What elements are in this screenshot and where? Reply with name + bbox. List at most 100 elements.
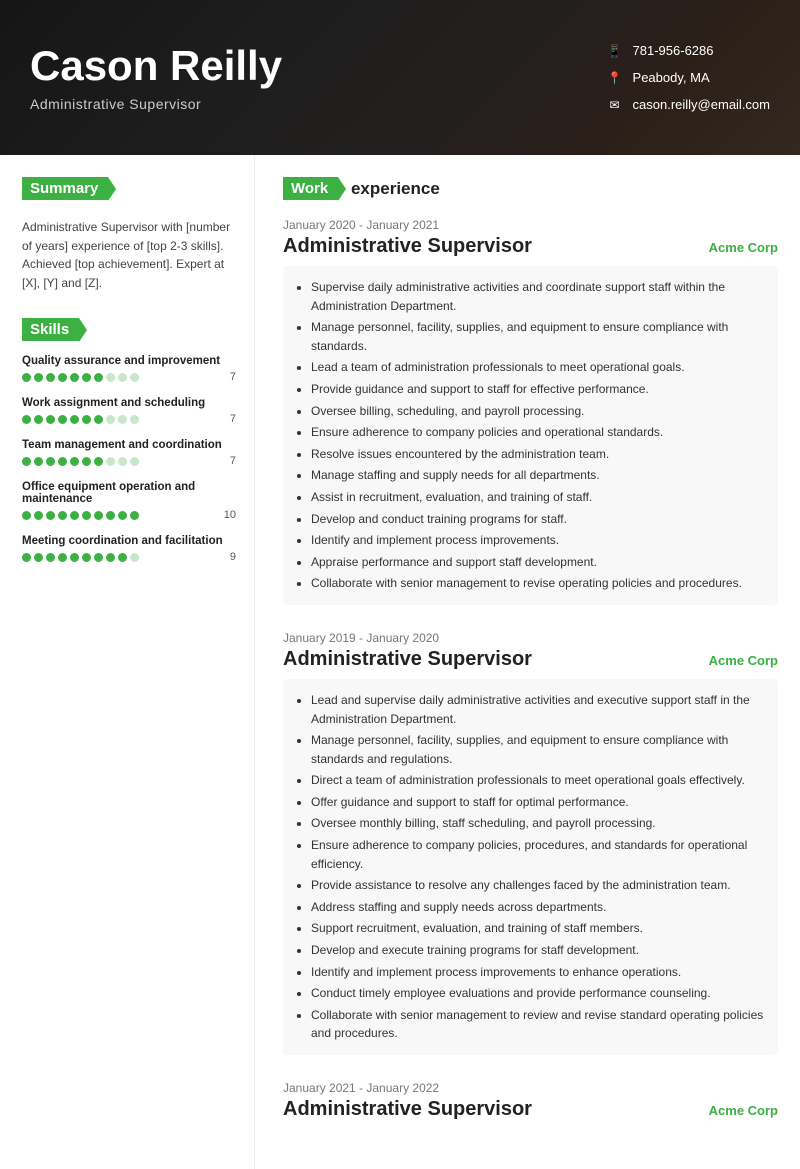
dot-filled: [130, 511, 139, 520]
job-title-row: Administrative Supervisor Acme Corp: [283, 648, 778, 671]
skill-score: 10: [222, 509, 236, 521]
summary-text: Administrative Supervisor with [number o…: [22, 218, 236, 292]
skill-dots: [22, 373, 139, 382]
dot-empty: [130, 553, 139, 562]
dot-filled: [22, 373, 31, 382]
skill-name: Work assignment and scheduling: [22, 397, 236, 409]
dot-empty: [130, 415, 139, 424]
dot-filled: [82, 457, 91, 466]
dot-filled: [94, 373, 103, 382]
dot-filled: [94, 511, 103, 520]
dot-filled: [46, 373, 55, 382]
job-title: Administrative Supervisor: [283, 648, 532, 671]
dot-empty: [118, 457, 127, 466]
dot-empty: [106, 415, 115, 424]
work-content: Work experience January 2020 - January 2…: [255, 155, 800, 1169]
dot-empty: [118, 373, 127, 382]
work-header-row: Work experience: [283, 177, 778, 200]
header-left: Cason Reilly Administrative Supervisor: [30, 43, 605, 111]
location-icon: 📍: [605, 68, 625, 88]
bullet-item: Manage personnel, facility, supplies, an…: [311, 731, 764, 768]
bullet-item: Appraise performance and support staff d…: [311, 553, 764, 572]
job-company: Acme Corp: [709, 653, 778, 668]
bullet-item: Provide assistance to resolve any challe…: [311, 876, 764, 895]
skill-dots: [22, 553, 139, 562]
skill-item: Office equipment operation and maintenan…: [22, 481, 236, 521]
dot-empty: [130, 373, 139, 382]
skills-list: Quality assurance and improvement7 Work a…: [22, 355, 236, 563]
contact-phone: 📱 781-956-6286: [605, 41, 770, 61]
skill-dots: [22, 415, 139, 424]
dot-filled: [94, 457, 103, 466]
bullet-item: Collaborate with senior management to re…: [311, 574, 764, 593]
dot-filled: [94, 553, 103, 562]
work-header-text: experience: [346, 179, 440, 199]
job-title: Administrative Supervisor: [283, 235, 532, 258]
summary-header: Summary: [22, 177, 108, 200]
dot-filled: [70, 553, 79, 562]
bullet-item: Lead a team of administration profession…: [311, 358, 764, 377]
bullet-item: Oversee billing, scheduling, and payroll…: [311, 402, 764, 421]
email-icon: ✉: [605, 95, 625, 115]
dot-filled: [46, 415, 55, 424]
dot-filled: [82, 511, 91, 520]
dot-filled: [118, 553, 127, 562]
skill-rating-row: 7: [22, 455, 236, 467]
skills-section: Skills Quality assurance and improvement…: [22, 318, 236, 563]
dot-filled: [22, 415, 31, 424]
skill-name: Office equipment operation and maintenan…: [22, 481, 236, 505]
job-date: January 2021 - January 2022: [283, 1081, 778, 1095]
bullet-item: Identify and implement process improveme…: [311, 531, 764, 550]
bullet-item: Assist in recruitment, evaluation, and t…: [311, 488, 764, 507]
candidate-name: Cason Reilly: [30, 43, 605, 89]
skill-rating-row: 7: [22, 371, 236, 383]
sidebar: Summary Administrative Supervisor with […: [0, 155, 255, 1169]
skill-rating-row: 10: [22, 509, 236, 521]
dot-filled: [34, 415, 43, 424]
summary-section: Summary Administrative Supervisor with […: [22, 177, 236, 292]
skill-rating-row: 7: [22, 413, 236, 425]
header-contact: 📱 781-956-6286 📍 Peabody, MA ✉ cason.rei…: [605, 41, 770, 115]
contact-location: 📍 Peabody, MA: [605, 68, 770, 88]
bullet-item: Collaborate with senior management to re…: [311, 1006, 764, 1043]
bullet-item: Develop and conduct training programs fo…: [311, 510, 764, 529]
bullet-item: Lead and supervise daily administrative …: [311, 691, 764, 728]
contact-email: ✉ cason.reilly@email.com: [605, 95, 770, 115]
dot-filled: [70, 511, 79, 520]
skill-item: Quality assurance and improvement7: [22, 355, 236, 383]
dot-filled: [58, 511, 67, 520]
job-date: January 2019 - January 2020: [283, 631, 778, 645]
skill-dots: [22, 457, 139, 466]
dot-filled: [34, 553, 43, 562]
candidate-title: Administrative Supervisor: [30, 96, 605, 112]
bullet-item: Address staffing and supply needs across…: [311, 898, 764, 917]
job-entry: January 2020 - January 2021Administrativ…: [283, 218, 778, 605]
work-section-badge: Work: [283, 177, 338, 200]
bullet-item: Identify and implement process improveme…: [311, 963, 764, 982]
bullet-item: Manage staffing and supply needs for all…: [311, 466, 764, 485]
skill-name: Team management and coordination: [22, 439, 236, 451]
job-entry: January 2021 - January 2022Administrativ…: [283, 1081, 778, 1121]
phone-icon: 📱: [605, 41, 625, 61]
skill-rating-row: 9: [22, 551, 236, 563]
dot-filled: [82, 415, 91, 424]
dot-filled: [70, 457, 79, 466]
dot-filled: [58, 457, 67, 466]
dot-filled: [22, 553, 31, 562]
skill-name: Meeting coordination and facilitation: [22, 535, 236, 547]
bullet-item: Offer guidance and support to staff for …: [311, 793, 764, 812]
bullet-item: Ensure adherence to company policies, pr…: [311, 836, 764, 873]
dot-filled: [58, 553, 67, 562]
dot-filled: [70, 415, 79, 424]
bullet-item: Direct a team of administration professi…: [311, 771, 764, 790]
dot-filled: [106, 553, 115, 562]
bullet-item: Develop and execute training programs fo…: [311, 941, 764, 960]
job-company: Acme Corp: [709, 1103, 778, 1118]
jobs-list: January 2020 - January 2021Administrativ…: [283, 218, 778, 1121]
dot-empty: [106, 457, 115, 466]
dot-filled: [22, 511, 31, 520]
dot-filled: [82, 373, 91, 382]
dot-filled: [70, 373, 79, 382]
dot-empty: [130, 457, 139, 466]
bullet-item: Conduct timely employee evaluations and …: [311, 984, 764, 1003]
